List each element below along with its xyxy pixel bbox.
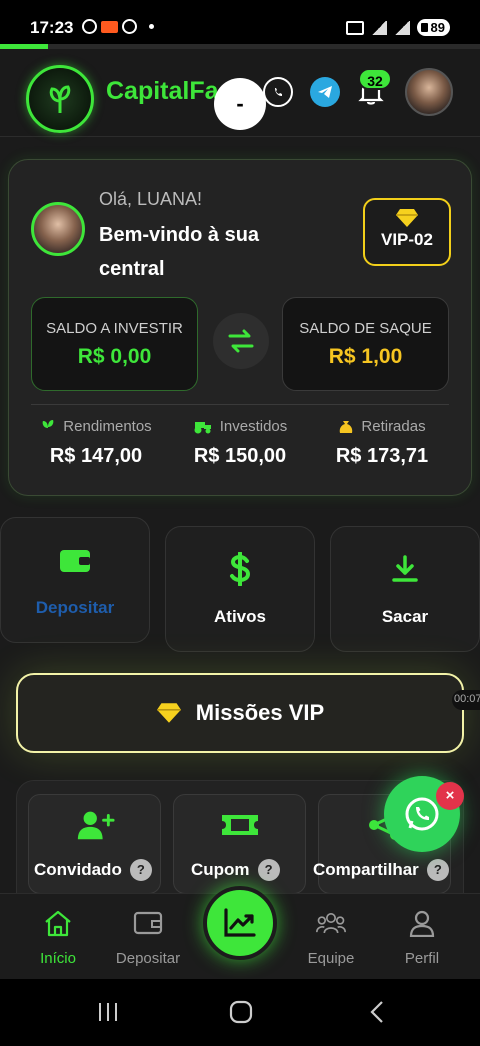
profile-avatar — [31, 202, 85, 256]
stat-value-investidos: R$ 150,00 — [193, 445, 287, 467]
more-notifications-icon — [149, 24, 154, 29]
chart-trend-icon — [224, 908, 256, 937]
notification-count-badge: 32 — [358, 68, 392, 90]
stat-investidos: Investidos R$ 150,00 — [170, 418, 310, 468]
help-icon[interactable]: ? — [257, 859, 280, 881]
stat-rendimentos: Rendimentos R$ 147,00 — [26, 418, 166, 468]
home-icon — [43, 908, 73, 938]
signal-icon — [393, 20, 410, 35]
vip-level-label: VIP-02 — [381, 230, 433, 249]
close-icon[interactable]: × — [436, 782, 464, 810]
vip-missions-button[interactable]: Missões VIP — [16, 673, 464, 753]
stat-value-retiradas: R$ 173,71 — [335, 445, 429, 467]
nav-item-perfil[interactable]: Perfil — [382, 908, 462, 967]
nav-label-inicio: Início — [40, 950, 76, 967]
whatsapp-icon — [405, 797, 439, 831]
status-time: 17:23 — [30, 18, 74, 37]
assets-button-label: Ativos — [214, 607, 266, 626]
screen-record-icon — [101, 20, 118, 33]
plant-coin-logo-icon[interactable] — [26, 65, 94, 133]
welcome-title: Bem-vindo à sua central — [99, 224, 260, 280]
brand-name[interactable]: CapitalFa — [106, 77, 219, 106]
withdraw-button[interactable]: Sacar — [330, 526, 480, 652]
vip-missions-label: Missões VIP — [195, 700, 325, 725]
whatsapp-icon[interactable] — [263, 77, 293, 107]
withdraw-button-label: Sacar — [381, 607, 429, 626]
wallet-icon — [133, 908, 163, 938]
floating-timer[interactable]: 00:07 — [452, 690, 480, 710]
nav-label-depositar: Depositar — [115, 950, 181, 967]
swap-balance-button[interactable] — [213, 313, 269, 369]
money-bag-icon — [340, 420, 353, 433]
recent-apps-icon[interactable] — [96, 999, 120, 1025]
stat-retiradas: Retiradas R$ 173,71 — [312, 418, 452, 468]
touch-cursor-indicator: - — [214, 78, 266, 130]
system-status-icons: 89 — [345, 19, 450, 36]
sprout-icon — [42, 419, 54, 434]
telegram-icon[interactable] — [310, 77, 340, 107]
help-icon[interactable]: ? — [129, 859, 152, 881]
coupon-card[interactable]: Cupom ? — [173, 794, 306, 894]
status-bar: 17:23 89 — [0, 0, 480, 44]
invite-label: Convidado — [34, 860, 122, 879]
add-user-icon — [75, 809, 115, 841]
battery-icon: 89 — [416, 19, 450, 36]
swap-arrows-icon — [228, 329, 254, 353]
diamond-icon — [156, 703, 181, 723]
assets-button[interactable]: Ativos — [165, 526, 315, 652]
vip-level-badge[interactable]: VIP-02 — [363, 198, 451, 266]
stat-value-rendimentos: R$ 147,00 — [49, 445, 143, 467]
share-label: Compartilhar — [313, 860, 419, 879]
nav-label-perfil: Perfil — [404, 950, 440, 967]
stat-label-retiradas: Retiradas — [361, 418, 426, 435]
diamond-icon — [396, 209, 418, 227]
cast-icon — [345, 20, 364, 35]
ticket-icon — [220, 809, 260, 841]
invite-card[interactable]: Convidado ? — [28, 794, 161, 894]
team-icon — [316, 908, 346, 938]
invest-balance-value: R$ 0,00 — [77, 345, 152, 368]
invest-balance-box[interactable]: SALDO A INVESTIR R$ 0,00 — [31, 297, 198, 391]
back-icon[interactable] — [366, 999, 388, 1025]
stat-label-rendimentos: Rendimentos — [63, 418, 152, 435]
divider — [31, 404, 449, 405]
greeting: Olá, LUANA! — [99, 189, 203, 209]
signal-5g-icon — [370, 20, 387, 35]
sync-notification-icon — [122, 19, 137, 34]
home-button-icon[interactable] — [228, 999, 254, 1025]
notification-icons — [82, 19, 154, 34]
download-icon — [389, 553, 421, 585]
deposit-button-label: Depositar — [35, 598, 115, 617]
invest-center-button[interactable] — [203, 886, 277, 960]
coupon-label: Cupom — [191, 860, 250, 879]
stat-label-investidos: Investidos — [219, 418, 288, 435]
dollar-icon — [224, 552, 256, 586]
nav-label-equipe: Equipe — [307, 950, 355, 967]
nav-item-inicio[interactable]: Início — [18, 908, 98, 967]
nav-item-equipe[interactable]: Equipe — [291, 908, 371, 967]
withdraw-balance-box[interactable]: SALDO DE SAQUE R$ 1,00 — [282, 297, 449, 391]
invest-balance-label: SALDO A INVESTIR — [46, 320, 183, 337]
whatsapp-notification-icon — [82, 19, 97, 34]
withdraw-balance-value: R$ 1,00 — [328, 345, 403, 368]
withdraw-balance-label: SALDO DE SAQUE — [299, 320, 432, 337]
nav-item-depositar[interactable]: Depositar — [108, 908, 188, 967]
help-icon[interactable]: ? — [426, 859, 449, 881]
user-icon — [407, 908, 437, 938]
tractor-icon — [194, 421, 211, 433]
user-avatar[interactable] — [405, 68, 453, 116]
welcome-card: Olá, LUANA! Bem-vindo à sua central VIP-… — [8, 159, 472, 496]
system-navigation-bar — [0, 979, 480, 1046]
deposit-button[interactable]: Depositar — [0, 517, 150, 643]
wallet-icon — [59, 544, 91, 576]
